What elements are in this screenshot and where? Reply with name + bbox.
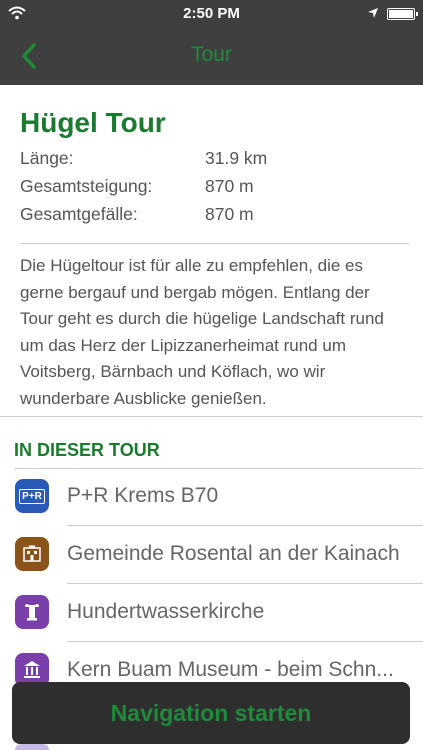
stat-value: 31.9 km: [205, 148, 268, 168]
tour-description: Die Hügeltour ist für alle zu empfehlen,…: [20, 256, 384, 408]
status-bar: 2:50 PM: [0, 0, 423, 28]
poi-label: Gemeinde Rosental an der Kainach: [67, 542, 400, 565]
stat-ascent: Gesamtsteigung: 870 m: [20, 173, 400, 201]
nav-title: Tour: [191, 43, 232, 66]
list-item[interactable]: Gemeinde Rosental an der Kainach: [0, 526, 423, 584]
poi-label: Hundertwasserkirche: [67, 600, 265, 623]
municipality-icon: [15, 537, 49, 571]
navigation-bar: Tour: [0, 28, 423, 85]
park-and-ride-icon: P+R: [15, 479, 49, 513]
stat-label: Länge:: [20, 148, 74, 168]
stat-descent: Gesamtgefälle: 870 m: [20, 201, 400, 229]
stat-length: Länge: 31.9 km: [20, 145, 400, 173]
divider: [0, 416, 423, 417]
poi-label: P+R Krems B70: [67, 484, 219, 507]
tour-title: Hügel Tour: [20, 107, 166, 138]
list-item[interactable]: Hundertwasserkirche: [0, 584, 423, 642]
navigation-start-button[interactable]: Navigation starten: [12, 682, 410, 744]
list-item[interactable]: P+R P+R Krems B70: [0, 468, 423, 526]
stat-label: Gesamtgefälle:: [20, 204, 138, 224]
battery-icon: [387, 8, 418, 20]
divider: [20, 243, 409, 244]
location-arrow-icon: [368, 8, 378, 18]
status-time: 2:50 PM: [183, 5, 240, 22]
poi-label: Kern Buam Museum - beim Schn...: [67, 658, 394, 681]
tour-stats: Länge: 31.9 km Gesamtsteigung: 870 m Ges…: [20, 145, 400, 229]
poi-list: P+R P+R Krems B70 Gemeinde Rosental an d…: [0, 468, 423, 700]
icon-text: P+R: [19, 488, 45, 504]
stat-label: Gesamtsteigung:: [20, 176, 153, 196]
list-item-icon-partial: [15, 744, 49, 750]
section-title: IN DIESER TOUR: [14, 440, 160, 460]
stat-value: 870 m: [205, 204, 254, 224]
column-icon: [15, 595, 49, 629]
stat-value: 870 m: [205, 176, 254, 196]
